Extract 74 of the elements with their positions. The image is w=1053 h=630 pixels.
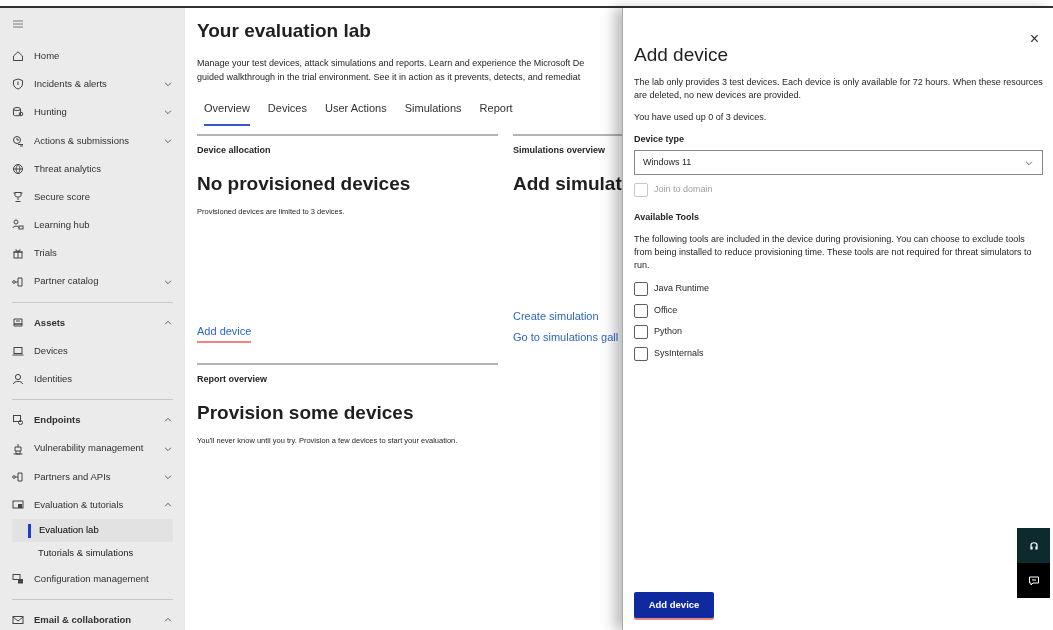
add-device-button[interactable]: Add device — [634, 592, 714, 618]
sidebar-item[interactable]: Secure score — [12, 182, 173, 212]
close-button[interactable]: × — [1023, 30, 1045, 48]
sidebar-subitem[interactable]: Evaluation lab — [12, 519, 173, 542]
sidebar-item[interactable]: Devices — [12, 336, 173, 366]
checkbox[interactable] — [634, 346, 648, 361]
sidebar-item[interactable]: Hunting — [12, 98, 173, 127]
checkbox[interactable] — [634, 325, 648, 340]
sidebar-item[interactable]: Evaluation & tutorials — [12, 490, 173, 519]
sidebar-item[interactable]: Incidents & alerts — [12, 70, 173, 99]
sidebar-item[interactable]: Vulnerability management — [12, 434, 173, 463]
sidebar-item[interactable]: Partners and APIs — [12, 462, 173, 491]
person-icon — [12, 373, 24, 386]
section-label: Report overview — [197, 373, 269, 387]
section-label: Device allocation — [197, 144, 272, 158]
sidebar-item[interactable]: Actions & submissions — [12, 126, 173, 155]
checkbox-label: Java Runtime — [654, 282, 710, 296]
panel-title: Add device — [634, 44, 729, 67]
tab[interactable]: Simulations — [404, 99, 462, 127]
add-device-link[interactable]: Add device — [197, 322, 252, 344]
checkbox[interactable] — [634, 282, 648, 297]
headset-icon — [1027, 539, 1040, 552]
sidebar-section-header[interactable]: Endpoints — [12, 406, 173, 435]
database-icon — [12, 106, 24, 119]
description-text: The lab only provides 3 test devices. Each device is only available for 72 hours. When these resources are deleted, no new devices are provided. — [634, 75, 1043, 102]
sidebar-section-header[interactable]: Assets — [12, 308, 173, 337]
description-text: Manage your test devices, attack simulations and reports. Learn and experience the Microsoft De — [197, 56, 586, 70]
connector-icon — [12, 470, 24, 483]
help-button[interactable] — [1017, 528, 1050, 563]
checkbox-label: Office — [654, 303, 678, 317]
screen-icon — [12, 498, 24, 511]
device-type-dropdown[interactable]: Windows 11 — [634, 150, 1043, 176]
sidebar-section-header[interactable]: Email & collaboration — [12, 606, 173, 630]
tab[interactable]: User Actions — [324, 99, 387, 127]
section-heading: Add simulat — [513, 171, 622, 196]
page-title: Your evaluation lab — [197, 20, 372, 43]
sidebar-item[interactable]: Configuration management — [12, 565, 173, 594]
link[interactable]: Create simulation — [513, 308, 622, 325]
checkbox[interactable] — [634, 303, 648, 318]
mail-icon — [12, 614, 24, 627]
description-text: guided walkthrough in the trial environment. See it in action as it prevents, detects, and remediat — [197, 70, 582, 84]
sidebar-item[interactable]: Home — [12, 42, 173, 71]
sidebar-item[interactable]: Trials — [12, 239, 173, 268]
sidebar-item[interactable]: Learning hub — [12, 211, 173, 240]
checkbox-label: Python — [654, 325, 683, 339]
tab[interactable]: Overview — [204, 99, 250, 127]
sidebar-item[interactable]: Identities — [12, 365, 173, 394]
field-label: Device type — [634, 132, 686, 146]
house-icon — [12, 50, 24, 63]
trophy-icon — [12, 191, 24, 204]
checkbox-label: SysInternals — [654, 346, 704, 360]
settings-icon — [12, 573, 24, 586]
section-heading: Provision some devices — [197, 400, 415, 425]
globe-icon — [12, 162, 24, 175]
monitor-icon — [12, 414, 24, 427]
laptop-icon — [12, 344, 24, 357]
link[interactable]: Go to simulations gall — [513, 328, 622, 346]
gift-icon — [12, 247, 24, 260]
sidebar-item[interactable]: Threat analytics — [12, 154, 173, 183]
sidebar-item[interactable]: Partner catalog — [12, 267, 173, 296]
section-label: Simulations overview — [513, 144, 607, 158]
feedback-button[interactable] — [1017, 563, 1050, 598]
people-icon — [12, 219, 24, 232]
section-heading: Available Tools — [634, 210, 701, 224]
connector-icon — [12, 275, 24, 288]
usage-text: You have used up 0 of 3 devices. — [634, 110, 768, 124]
shield-icon — [12, 78, 24, 91]
tab[interactable]: Devices — [267, 99, 307, 127]
sidebar-subitem[interactable]: Tutorials & simulations — [12, 542, 173, 565]
section-heading: No provisioned devices — [197, 171, 412, 196]
chat-icon — [1027, 574, 1040, 587]
checkbox-label: Join to domain — [654, 183, 713, 197]
description-text: The following tools are included in the device during provisioning. You can choose to exclude tools from being installed to reduce provisioning time. These tools are not required for threat simulators to run. — [634, 233, 1033, 273]
tab[interactable]: Report — [479, 99, 513, 127]
